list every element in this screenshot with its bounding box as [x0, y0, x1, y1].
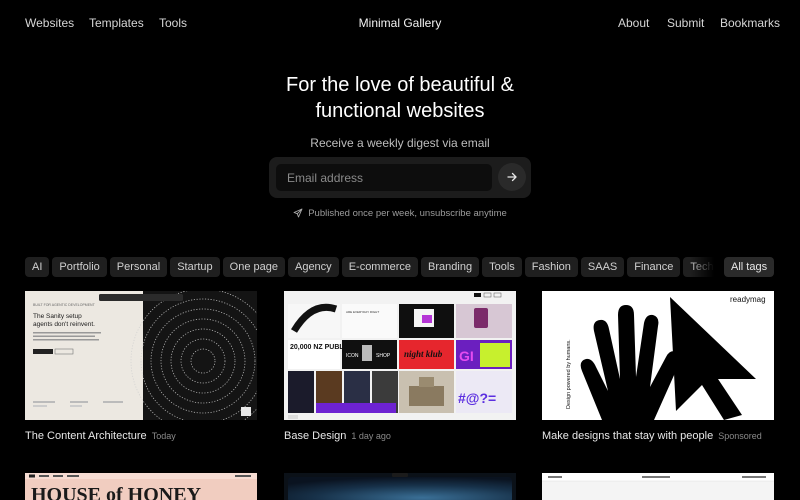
hero-subtitle: Receive a weekly digest via email [310, 136, 490, 150]
newsletter-note-text: Published once per week, unsubscribe any… [308, 208, 507, 219]
email-input[interactable] [276, 164, 492, 191]
card-caption: Make designs that stay with people Sponso… [542, 430, 774, 442]
thumb-text-5: #@?= [458, 390, 496, 406]
card-date: 1 day ago [351, 431, 391, 441]
card-thumbnail[interactable]: BUILT FOR AGENTIC DEVELOPMENT The Sanity… [25, 291, 257, 420]
nav-link-submit[interactable]: Submit [667, 16, 704, 30]
thumbnail-readymag: readymag Design powered by humans. [542, 291, 774, 420]
thumb-vertical-text: Design powered by humans. [566, 339, 572, 409]
tag-e-commerce[interactable]: E-commerce [341, 257, 419, 277]
nav-link-templates[interactable]: Templates [89, 16, 144, 30]
nav-link-bookmarks[interactable]: Bookmarks [720, 16, 780, 30]
tag-saas[interactable]: SAAS [580, 257, 625, 277]
thumb-logo: readymag [730, 295, 766, 304]
thumbnail-blue-dark [284, 473, 516, 500]
subscribe-button[interactable] [498, 163, 526, 191]
hero-title-line-1: For the love of beautiful & [286, 74, 514, 96]
gallery-card[interactable] [542, 473, 774, 500]
thumb-text-row2: HOUSE of HONEY [31, 484, 202, 500]
card-thumbnail[interactable]: ARE EVERYDAY RIGHT 20,000 NZ PUBLIC SPAC… [284, 291, 516, 420]
thumbnail-house-of-honey: HOUSE of HONEY [25, 473, 257, 500]
tag-personal[interactable]: Personal [109, 257, 168, 277]
card-title[interactable]: Make designs that stay with people [542, 430, 713, 442]
tag-branding[interactable]: Branding [421, 257, 480, 277]
tags-fade-overlay [690, 257, 720, 277]
thumb-glyphs: GI [459, 348, 474, 364]
nav-link-about[interactable]: About [618, 16, 649, 30]
card-date: Today [151, 431, 176, 441]
arrow-right-icon [507, 172, 517, 182]
tag-ai[interactable]: AI [25, 257, 50, 277]
card-title[interactable]: Base Design [284, 430, 346, 442]
tag-filter-bar: AI Portfolio Personal Startup One page Agency… [25, 257, 717, 277]
hero-title: For the love of beautiful & functional w… [0, 72, 800, 124]
card-caption: Base Design 1 day ago [284, 430, 516, 442]
gallery-card[interactable]: HOUSE of HONEY [25, 473, 257, 500]
send-icon [293, 208, 303, 218]
gallery-card[interactable]: ARE EVERYDAY RIGHT 20,000 NZ PUBLIC SPAC… [284, 291, 516, 442]
tag-finance[interactable]: Finance [627, 257, 681, 277]
tag-portfolio[interactable]: Portfolio [52, 257, 107, 277]
top-nav: Websites Templates Tools Minimal Gallery… [0, 0, 800, 46]
thumb-kicker: BUILT FOR AGENTIC DEVELOPMENT [33, 303, 96, 307]
card-thumbnail[interactable]: HOUSE of HONEY [25, 473, 257, 500]
gallery-card[interactable] [284, 473, 516, 500]
thumbnail-base-design: ARE EVERYDAY RIGHT 20,000 NZ PUBLIC SPAC… [284, 291, 516, 420]
card-title[interactable]: The Content Architecture [25, 430, 147, 442]
nav-link-tools[interactable]: Tools [159, 16, 187, 30]
thumbnail-light-ui [542, 473, 774, 500]
brand-logo-text[interactable]: Minimal Gallery [359, 16, 442, 30]
tag-tools[interactable]: Tools [482, 257, 522, 277]
tag-agency[interactable]: Agency [287, 257, 339, 277]
thumb-heading-2: agents don't reinvent. [33, 321, 95, 328]
tag-one-page[interactable]: One page [222, 257, 285, 277]
nav-link-websites[interactable]: Websites [25, 16, 74, 30]
card-thumbnail[interactable]: readymag Design powered by humans. [542, 291, 774, 420]
thumb-text-4: night klub [404, 349, 443, 359]
card-caption: The Content Architecture Today [25, 430, 257, 442]
thumb-heading-1: The Sanity setup [33, 313, 82, 320]
card-thumbnail[interactable] [284, 473, 516, 500]
thumb-text-3: SHOP [376, 353, 391, 359]
thumb-small-text: ARE EVERYDAY RIGHT [346, 310, 379, 314]
newsletter-note: Published once per week, unsubscribe any… [0, 208, 800, 219]
card-sponsored-label: Sponsored [718, 431, 762, 441]
gallery-card[interactable]: BUILT FOR AGENTIC DEVELOPMENT The Sanity… [25, 291, 257, 442]
gallery-card[interactable]: readymag Design powered by humans. Make … [542, 291, 774, 442]
all-tags-button[interactable]: All tags [724, 257, 775, 277]
thumbnail-content-architecture: BUILT FOR AGENTIC DEVELOPMENT The Sanity… [25, 291, 257, 420]
hero-title-line-2: functional websites [315, 100, 485, 122]
thumb-text-2: ICON [346, 353, 359, 359]
card-thumbnail[interactable] [542, 473, 774, 500]
tag-fashion[interactable]: Fashion [524, 257, 578, 277]
newsletter-form [269, 157, 531, 198]
tag-startup[interactable]: Startup [170, 257, 220, 277]
